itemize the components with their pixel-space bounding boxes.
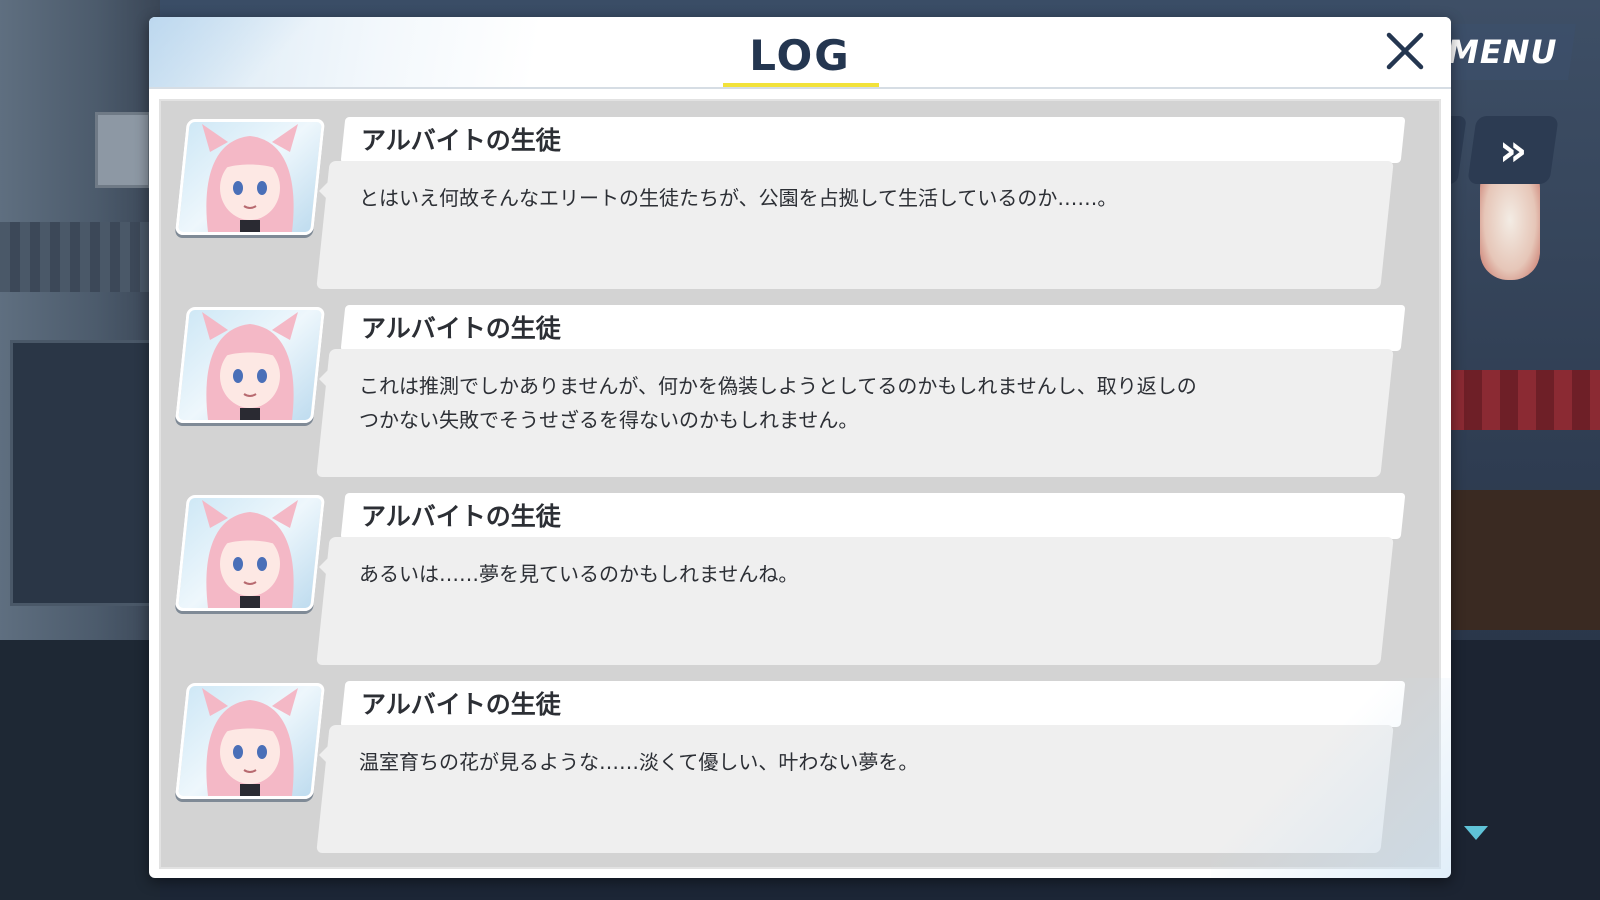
message-text: あるいは……夢を見ているのかもしれませんね。 [359, 562, 799, 586]
character-portrait-icon [202, 688, 298, 796]
scroll-down-icon[interactable] [1464, 826, 1488, 840]
message-line: つかない失敗でそうせざるを得ないのかもしれません。 [359, 408, 859, 432]
background-shopfront [10, 340, 156, 606]
close-icon [1386, 32, 1424, 70]
character-portrait-icon [202, 312, 298, 420]
log-dialog: LOG アルバイトの生徒 とはいえ何故そんなエリートの生徒たちが、公園を占拠して… [149, 17, 1451, 878]
close-button[interactable] [1381, 27, 1429, 75]
background-window [95, 112, 151, 188]
background-building-left [0, 0, 160, 900]
character-avatar [174, 307, 326, 423]
background-roof [0, 222, 160, 292]
speaker-name: アルバイトの生徒 [361, 314, 561, 343]
message-text: これは推測でしかありませんが、何かを偽装しようとしてるのかもしれませんし、取り返… [359, 369, 1259, 437]
character-portrait-icon [202, 500, 298, 608]
dialog-title: LOG [749, 31, 851, 80]
header-decoration [149, 17, 319, 87]
message-text: 温室育ちの花が見るような……淡くて優しい、叶わない夢を。 [359, 750, 919, 774]
corner-decoration [1211, 678, 1451, 878]
background-street [0, 640, 160, 900]
character-avatar [174, 495, 326, 611]
dialog-header: LOG [149, 17, 1451, 88]
speaker-name: アルバイトの生徒 [361, 690, 561, 719]
menu-button-label: MENU [1446, 33, 1558, 71]
character-avatar [174, 119, 326, 235]
message-line: これは推測でしかありませんが、何かを偽装しようとしてるのかもしれませんし、取り返… [359, 374, 1197, 398]
character-portrait-icon [202, 124, 298, 232]
speaker-name: アルバイトの生徒 [361, 502, 561, 531]
skip-button[interactable]: » [1467, 116, 1559, 184]
log-entry: アルバイトの生徒 とはいえ何故そんなエリートの生徒たちが、公園を占拠して生活して… [161, 107, 1439, 289]
log-entry: アルバイトの生徒 これは推測でしかありませんが、何かを偽装しようとしてるのかもし… [161, 295, 1439, 477]
log-entry: アルバイトの生徒 あるいは……夢を見ているのかもしれませんね。 [161, 483, 1439, 665]
speaker-name: アルバイトの生徒 [361, 126, 561, 155]
fast-forward-icon: » [1498, 124, 1528, 176]
character-avatar [174, 683, 326, 799]
header-divider [149, 87, 1451, 89]
message-text: とはいえ何故そんなエリートの生徒たちが、公園を占拠して生活しているのか……。 [359, 186, 1118, 210]
